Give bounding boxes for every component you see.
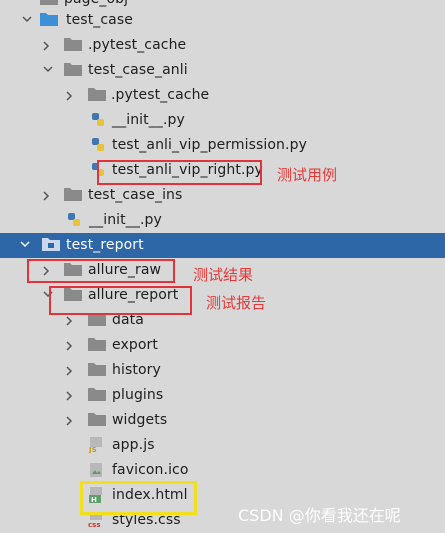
chevron-right-icon[interactable] <box>41 33 55 58</box>
tree-label: widgets <box>112 412 168 428</box>
chevron-right-icon[interactable] <box>64 358 78 383</box>
tree-label: test_anli_vip_right.py <box>112 162 263 178</box>
tree-label: styles.css <box>112 512 181 528</box>
tree-row-pytest-cache-nested[interactable]: .pytest_cache <box>0 83 445 108</box>
tree-label: .pytest_cache <box>88 37 187 53</box>
chevron-down-icon[interactable] <box>41 283 55 308</box>
annotation-test-case: 测试用例 <box>277 166 338 184</box>
annotation-test-result: 测试结果 <box>193 266 254 284</box>
folder-icon <box>42 237 60 253</box>
css-file-icon: css <box>88 512 106 529</box>
tree-label: test_report <box>66 237 144 253</box>
tree-row-plugins[interactable]: plugins <box>0 383 445 408</box>
tree-label: .pytest_cache <box>111 87 210 103</box>
watermark: CSDN @你看我还在呢 <box>238 506 401 525</box>
folder-icon <box>88 337 106 353</box>
folder-icon <box>88 412 106 428</box>
tree-row-init-case[interactable]: __init__.py <box>0 208 445 233</box>
tree-row-init-anli[interactable]: __init__.py <box>0 108 445 133</box>
python-file-icon <box>66 212 84 228</box>
folder-blue-icon <box>40 12 58 28</box>
tree-label: test_case <box>66 12 133 28</box>
chevron-right-icon[interactable] <box>64 333 78 358</box>
tree-label: index.html <box>112 487 188 503</box>
chevron-right-icon[interactable] <box>64 383 78 408</box>
html-badge: H <box>91 496 97 503</box>
chevron-right-icon[interactable] <box>41 258 55 283</box>
javascript-file-icon: JS <box>88 437 106 454</box>
image-file-icon <box>88 462 106 478</box>
chevron-right-icon[interactable] <box>64 83 78 108</box>
chevron-right-icon[interactable] <box>64 408 78 433</box>
tree-row-vip-right[interactable]: test_anli_vip_right.py <box>0 158 445 183</box>
tree-label: app.js <box>112 437 155 453</box>
tree-label: favicon.ico <box>112 462 189 478</box>
folder-icon <box>64 287 82 303</box>
css-badge: css <box>88 521 100 528</box>
tree-label: history <box>112 362 161 378</box>
tree-row-test-case-ins[interactable]: test_case_ins <box>0 183 445 208</box>
tree-label: test_anli_vip_permission.py <box>112 137 307 153</box>
tree-label: test_case_anli <box>88 62 188 78</box>
tree-label: export <box>112 337 158 353</box>
folder-icon <box>64 262 82 278</box>
folder-icon <box>64 62 82 78</box>
chevron-down-icon[interactable] <box>41 58 55 83</box>
folder-icon <box>88 312 106 328</box>
tree-label: __init__.py <box>89 212 162 228</box>
chevron-down-icon[interactable] <box>18 233 32 258</box>
chevron-right-icon[interactable] <box>41 183 55 208</box>
chevron-down-icon[interactable] <box>20 8 34 33</box>
annotation-test-report: 测试报告 <box>206 294 267 312</box>
tree-row-test-case-anli[interactable]: test_case_anli <box>0 58 445 83</box>
tree-row-test-case[interactable]: test_case <box>0 8 445 33</box>
js-badge: JS <box>88 446 97 453</box>
folder-icon <box>88 387 106 403</box>
folder-icon <box>88 362 106 378</box>
chevron-right-icon[interactable] <box>64 308 78 333</box>
python-file-icon <box>90 162 108 178</box>
tree-label: plugins <box>112 387 164 403</box>
tree-label: test_case_ins <box>88 187 183 203</box>
tree-row-pytest-cache[interactable]: .pytest_cache <box>0 33 445 58</box>
tree-row-widgets[interactable]: widgets <box>0 408 445 433</box>
html-file-icon: H <box>88 487 106 504</box>
folder-icon <box>64 187 82 203</box>
folder-icon <box>40 0 58 7</box>
python-file-icon <box>90 137 108 153</box>
tree-label: allure_report <box>88 287 179 303</box>
tree-row-app-js[interactable]: JS app.js <box>0 433 445 458</box>
folder-icon <box>64 37 82 53</box>
tree-row-export[interactable]: export <box>0 333 445 358</box>
tree-row-favicon[interactable]: favicon.ico <box>0 458 445 483</box>
tree-row-vip-permission[interactable]: test_anli_vip_permission.py <box>0 133 445 158</box>
python-file-icon <box>90 112 108 128</box>
tree-label: allure_raw <box>88 262 162 278</box>
folder-icon <box>88 87 106 103</box>
tree-label: data <box>112 312 144 328</box>
tree-label: page_obj <box>64 0 128 8</box>
tree-label: __init__.py <box>112 112 185 128</box>
tree-row-history[interactable]: history <box>0 358 445 383</box>
tree-row-test-report[interactable]: test_report <box>0 233 445 258</box>
